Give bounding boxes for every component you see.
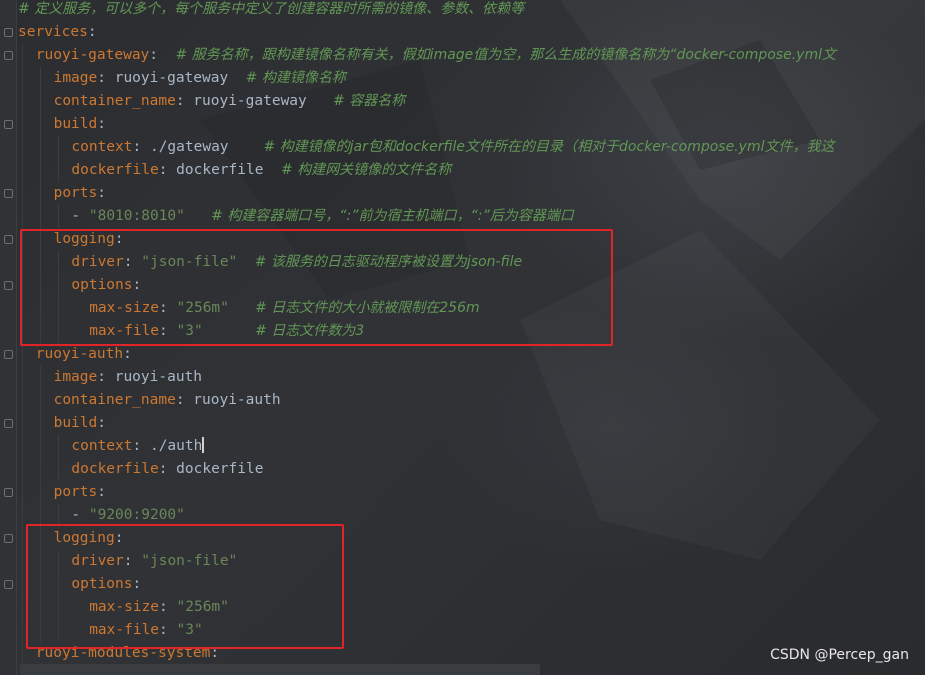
- yaml-key: dockerfile: [71, 162, 159, 178]
- yaml-key: services: [18, 24, 88, 40]
- yaml-comment: # 服务名称，跟构建镜像名称有关，假如image值为空，那么生成的镜像名称为“d…: [175, 47, 836, 63]
- yaml-punctuation: :: [158, 162, 177, 178]
- code-line[interactable]: build:: [54, 412, 106, 435]
- yaml-punctuation: :: [87, 24, 97, 40]
- yaml-punctuation: :: [175, 93, 194, 109]
- code-line[interactable]: dockerfile: dockerfile # 构建网关镜像的文件名称: [71, 159, 451, 182]
- code-line[interactable]: image: ruoyi-gateway # 构建镜像名称: [54, 67, 346, 90]
- yaml-value: dockerfile: [176, 162, 281, 178]
- yaml-key: context: [71, 438, 133, 454]
- code-line[interactable]: services:: [18, 21, 97, 44]
- code-line[interactable]: context: ./auth: [71, 435, 205, 458]
- yaml-value: ruoyi-auth: [193, 392, 281, 408]
- code-line[interactable]: dockerfile: dockerfile: [71, 458, 263, 481]
- yaml-key: ruoyi-auth: [35, 346, 124, 362]
- yaml-comment: # 定义服务，可以多个，每个服务中定义了创建容器时所需的镜像、参数、依赖等: [18, 1, 525, 17]
- yaml-key: ruoyi-gateway: [35, 47, 150, 63]
- yaml-key: ports: [53, 484, 98, 500]
- code-line[interactable]: - "8010:8010" # 构建容器端口号，“:”前为宿主机端口，“:”后为…: [71, 205, 573, 228]
- yaml-string: "9200:9200": [88, 507, 185, 523]
- fold-toggle-icon[interactable]: [4, 350, 13, 359]
- fold-toggle-icon[interactable]: [4, 580, 13, 589]
- code-line[interactable]: container_name: ruoyi-auth: [54, 389, 281, 412]
- yaml-comment: # 构建网关镜像的文件名称: [280, 162, 452, 178]
- indent-guide-line: [57, 136, 59, 182]
- code-line[interactable]: container_name: ruoyi-gateway # 容器名称: [54, 90, 406, 113]
- fold-toggle-icon[interactable]: [4, 419, 13, 428]
- code-line[interactable]: ports:: [54, 182, 106, 205]
- yaml-key: image: [53, 369, 98, 385]
- yaml-value: dockerfile: [176, 461, 264, 477]
- fold-toggle-icon[interactable]: [4, 51, 13, 60]
- yaml-value: ruoyi-auth: [114, 369, 203, 385]
- yaml-punctuation: :: [158, 461, 177, 477]
- yaml-key: build: [53, 415, 98, 431]
- yaml-punctuation: :: [149, 47, 176, 63]
- code-line[interactable]: ports:: [54, 481, 106, 504]
- yaml-punctuation: :: [97, 116, 106, 132]
- yaml-comment: # 构建镜像的jar包和dockerfile文件所在的目录（相对于docker-…: [263, 139, 835, 155]
- yaml-punctuation: :: [97, 415, 106, 431]
- indent-guide-line: [57, 205, 59, 228]
- selection-bar: [20, 664, 540, 675]
- yaml-value: ./auth: [149, 438, 203, 454]
- yaml-value: ruoyi-gateway: [193, 93, 333, 109]
- yaml-comment: # 构建镜像名称: [245, 70, 346, 86]
- code-line[interactable]: ruoyi-gateway: # 服务名称，跟构建镜像名称有关，假如image值…: [36, 44, 836, 67]
- yaml-key: ports: [53, 185, 98, 201]
- yaml-punctuation: :: [97, 185, 106, 201]
- yaml-punctuation: :: [175, 392, 194, 408]
- fold-toggle-icon[interactable]: [4, 534, 13, 543]
- yaml-key: build: [53, 116, 98, 132]
- yaml-punctuation: :: [97, 369, 115, 385]
- yaml-punctuation: :: [123, 346, 132, 362]
- code-line[interactable]: ruoyi-auth:: [36, 343, 132, 366]
- fold-toggle-icon[interactable]: [4, 28, 13, 37]
- fold-toggle-icon[interactable]: [4, 488, 13, 497]
- yaml-key: image: [53, 70, 98, 86]
- fold-toggle-icon[interactable]: [4, 281, 13, 290]
- code-line[interactable]: # 定义服务，可以多个，每个服务中定义了创建容器时所需的镜像、参数、依赖等: [18, 0, 524, 21]
- yaml-punctuation: :: [97, 484, 106, 500]
- yaml-key: container_name: [53, 392, 176, 408]
- yaml-value: ruoyi-gateway: [114, 70, 246, 86]
- code-line[interactable]: build:: [54, 113, 106, 136]
- highlight-box-auth-logging: [26, 524, 344, 649]
- watermark-text: CSDN @Percep_gan: [770, 647, 909, 663]
- fold-toggle-icon[interactable]: [4, 189, 13, 198]
- fold-toggle-icon[interactable]: [4, 120, 13, 129]
- editor-gutter: [0, 0, 17, 675]
- fold-toggle-icon[interactable]: [4, 235, 13, 244]
- yaml-punctuation: -: [71, 507, 89, 523]
- yaml-punctuation: :: [97, 70, 115, 86]
- indent-guide-line: [22, 44, 23, 665]
- yaml-key: context: [71, 139, 133, 155]
- indent-guide-line: [57, 435, 59, 481]
- text-cursor: [202, 437, 205, 453]
- yaml-value: ./gateway: [149, 139, 264, 155]
- highlight-box-gateway-logging: [20, 229, 613, 346]
- yaml-comment: # 容器名称: [332, 93, 406, 109]
- yaml-string: "8010:8010": [88, 208, 212, 224]
- yaml-punctuation: -: [71, 208, 89, 224]
- yaml-key: dockerfile: [71, 461, 159, 477]
- yaml-comment: # 构建容器端口号，“:”前为宿主机端口，“:”后为容器端口: [211, 208, 574, 224]
- code-line[interactable]: image: ruoyi-auth: [54, 366, 202, 389]
- yaml-punctuation: :: [132, 438, 150, 454]
- code-line[interactable]: context: ./gateway # 构建镜像的jar包和dockerfil…: [71, 136, 834, 159]
- yaml-key: container_name: [53, 93, 176, 109]
- yaml-punctuation: :: [132, 139, 150, 155]
